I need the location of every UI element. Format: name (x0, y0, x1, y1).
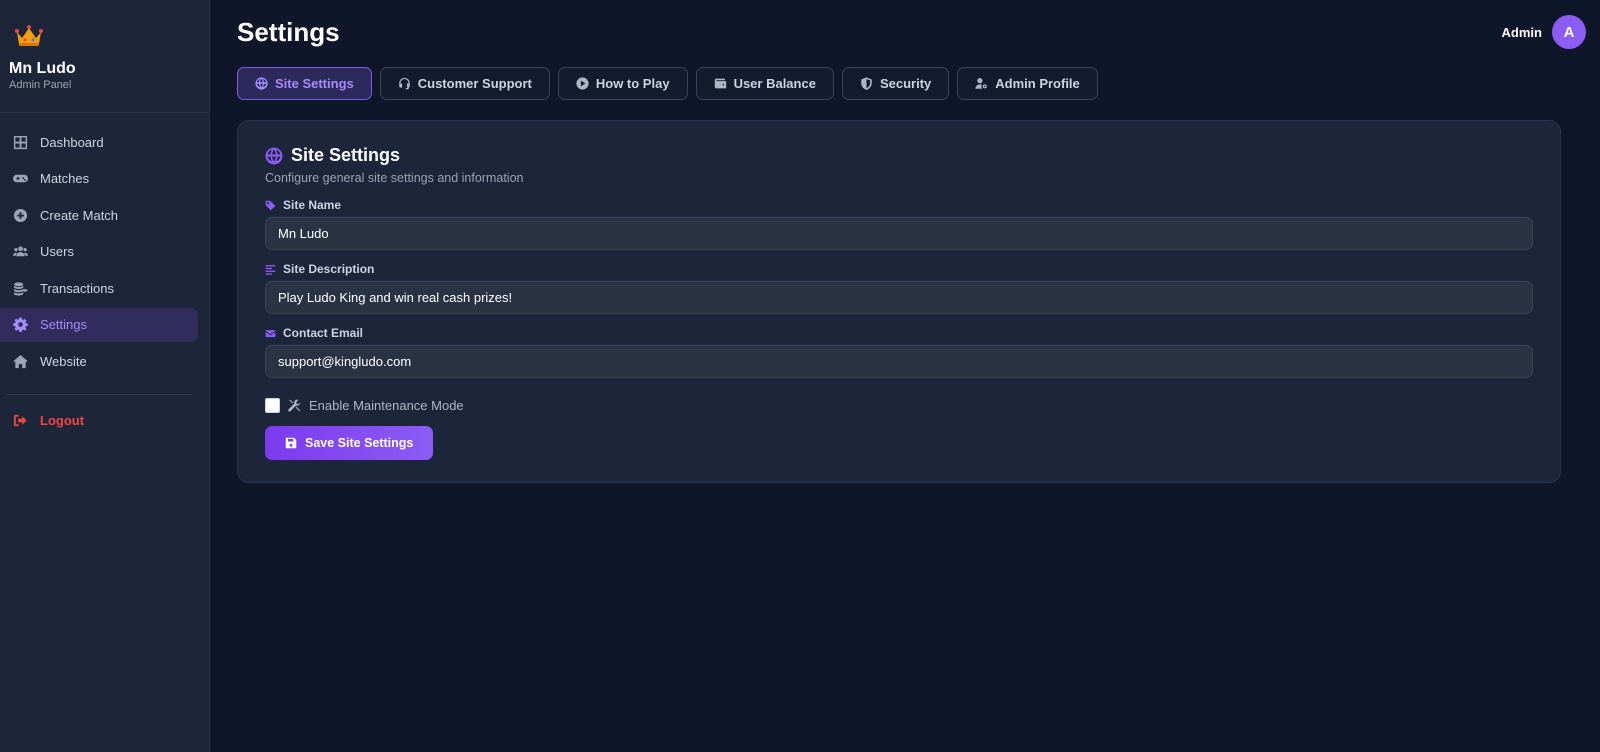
site-name-label: Site Name (265, 198, 1533, 212)
user-name: Admin (1501, 24, 1542, 40)
globe-icon (265, 147, 283, 164)
site-name-input[interactable] (265, 217, 1533, 250)
topbar: Settings Admin A (237, 15, 1586, 49)
sidebar-item-matches[interactable]: Matches (0, 162, 198, 196)
wallet-icon (714, 78, 726, 89)
contact-email-input[interactable] (265, 345, 1533, 378)
headset-icon (398, 77, 410, 90)
site-settings-card: Site Settings Configure general site set… (237, 120, 1561, 483)
site-description-label: Site Description (265, 262, 1533, 276)
card-title: Site Settings (265, 145, 1533, 166)
tag-icon (265, 200, 276, 210)
site-description-field: Site Description (265, 262, 1533, 314)
card-title-text: Site Settings (291, 145, 401, 165)
site-description-input[interactable] (265, 281, 1533, 314)
sidebar-item-label: Matches (40, 171, 90, 186)
sidebar-item-create-match[interactable]: Create Match (0, 198, 198, 232)
plus-circle-icon (13, 208, 27, 222)
contact-email-field: Contact Email (265, 326, 1533, 378)
play-circle-icon (576, 77, 589, 90)
sidebar: Mn Ludo Admin Panel Dashboard Matches Cr… (0, 0, 210, 752)
site-name-field: Site Name (265, 198, 1533, 250)
tab-customer-support[interactable]: Customer Support (379, 67, 550, 100)
tab-label: How to Play (595, 76, 670, 91)
site-description-label-text: Site Description (283, 262, 375, 276)
maintenance-mode-checkbox[interactable] (265, 398, 280, 413)
shield-icon (861, 77, 872, 90)
settings-tabs: Site Settings Customer Support How to Pl… (237, 67, 1586, 100)
logout-button[interactable]: Logout (0, 403, 198, 437)
tab-label: Admin Profile (995, 76, 1080, 91)
sidebar-item-settings[interactable]: Settings (0, 307, 198, 342)
save-icon (285, 437, 297, 449)
tab-label: Customer Support (417, 76, 532, 91)
tools-icon (288, 399, 301, 412)
brand: Mn Ludo Admin Panel (0, 0, 209, 113)
sidebar-item-label: Settings (40, 317, 87, 332)
sidebar-divider (6, 394, 192, 395)
tab-user-balance[interactable]: User Balance (695, 67, 834, 100)
tab-security[interactable]: Security (841, 67, 950, 100)
logout-label: Logout (40, 412, 85, 428)
tab-label: Site Settings (275, 76, 354, 91)
gear-icon (12, 317, 28, 332)
sidebar-item-label: Transactions (40, 280, 114, 296)
logout-icon (13, 414, 27, 426)
user-menu[interactable]: Admin A (1502, 15, 1586, 49)
gamepad-icon (12, 174, 28, 183)
tab-how-to-play[interactable]: How to Play (557, 67, 688, 100)
users-icon (12, 246, 28, 257)
sidebar-item-label: Dashboard (40, 134, 104, 150)
maintenance-mode-row: Enable Maintenance Mode (265, 398, 1533, 413)
sidebar-item-dashboard[interactable]: Dashboard (0, 125, 198, 159)
save-site-settings-button[interactable]: Save Site Settings (265, 426, 434, 460)
grid-icon (13, 135, 27, 149)
site-name-label-text: Site Name (283, 198, 342, 212)
user-gear-icon (975, 78, 988, 89)
sidebar-item-transactions[interactable]: Transactions (0, 271, 198, 305)
brand-subtitle: Admin Panel (9, 79, 72, 91)
crown-icon (15, 25, 43, 46)
brand-name: Mn Ludo (9, 60, 76, 77)
tab-site-settings[interactable]: Site Settings (237, 67, 372, 100)
tab-label: Security (879, 76, 932, 91)
contact-email-label-text: Contact Email (283, 326, 364, 340)
avatar[interactable]: A (1552, 15, 1586, 49)
tab-admin-profile[interactable]: Admin Profile (957, 67, 1098, 100)
sidebar-item-users[interactable]: Users (0, 235, 198, 269)
home-icon (12, 354, 28, 368)
sidebar-item-label: Users (40, 244, 74, 259)
sidebar-item-label: Website (40, 353, 87, 369)
sidebar-nav: Dashboard Matches Create Match Users Tra… (0, 113, 209, 437)
globe-icon (255, 77, 268, 90)
page-title: Settings (237, 16, 340, 47)
tab-label: User Balance (733, 76, 816, 91)
contact-email-label: Contact Email (265, 326, 1533, 340)
sidebar-item-website[interactable]: Website (0, 344, 198, 378)
app-root: Mn Ludo Admin Panel Dashboard Matches Cr… (0, 0, 1600, 752)
sidebar-item-label: Create Match (40, 207, 119, 223)
align-left-icon (265, 264, 276, 275)
maintenance-mode-label: Enable Maintenance Mode (309, 398, 464, 413)
main-content: Settings Admin A Site Settings Customer … (210, 0, 1600, 752)
coins-icon (13, 281, 28, 296)
envelope-icon (265, 329, 276, 337)
card-subtitle: Configure general site settings and info… (265, 171, 524, 185)
save-button-label: Save Site Settings (305, 436, 414, 450)
